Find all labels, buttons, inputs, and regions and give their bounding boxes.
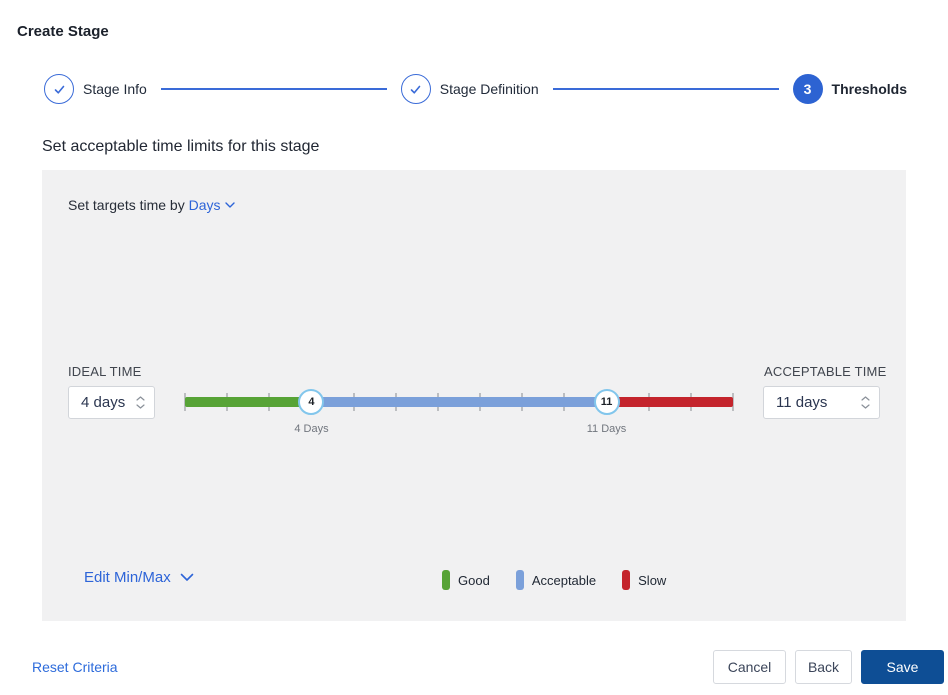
- set-targets-label: Set targets time by: [68, 197, 185, 213]
- slider-handle-min-label: 4 Days: [294, 423, 328, 435]
- step-stage-definition[interactable]: Stage Definition: [401, 74, 539, 104]
- stepper-connector: [161, 88, 387, 90]
- slider-handle-max[interactable]: 11: [594, 389, 620, 415]
- step-thresholds[interactable]: 3 Thresholds: [793, 74, 907, 104]
- footer-buttons: Cancel Back Save: [713, 650, 944, 684]
- slow-swatch: [622, 570, 630, 590]
- chevron-up-icon: [861, 396, 870, 401]
- acceptable-time-label: ACCEPTABLE TIME: [764, 364, 886, 379]
- acceptable-time-input[interactable]: 11 days: [763, 386, 880, 419]
- legend-item-slow: Slow: [622, 570, 666, 590]
- threshold-slider[interactable]: 4 11 4 Days 11 Days: [185, 381, 733, 441]
- step-complete-icon: [401, 74, 431, 104]
- targets-unit-value: Days: [189, 197, 221, 213]
- stepper-connector: [553, 88, 779, 90]
- step-label: Thresholds: [832, 81, 907, 97]
- save-button[interactable]: Save: [861, 650, 944, 684]
- chevron-down-icon: [225, 202, 235, 208]
- legend-item-acceptable: Acceptable: [516, 570, 596, 590]
- step-number-badge: 3: [793, 74, 823, 104]
- edit-minmax-link[interactable]: Edit Min/Max: [84, 569, 194, 586]
- step-complete-icon: [44, 74, 74, 104]
- legend-label: Good: [458, 573, 490, 588]
- slider-legend: Good Acceptable Slow: [442, 570, 666, 590]
- ideal-time-label: IDEAL TIME: [68, 364, 142, 379]
- thresholds-panel: Set targets time by Days IDEAL TIME 4 da…: [42, 170, 906, 621]
- targets-unit-dropdown[interactable]: Days: [189, 197, 235, 213]
- acceptable-swatch: [516, 570, 524, 590]
- ideal-time-value: 4 days: [81, 394, 125, 411]
- edit-minmax-label: Edit Min/Max: [84, 569, 171, 586]
- chevron-up-icon: [136, 396, 145, 401]
- stepper-arrows[interactable]: [136, 396, 145, 409]
- set-targets-row: Set targets time by Days: [68, 197, 235, 213]
- legend-label: Slow: [638, 573, 666, 588]
- back-button[interactable]: Back: [795, 650, 852, 684]
- wizard-stepper: Stage Info Stage Definition 3 Thresholds: [44, 74, 907, 104]
- legend-label: Acceptable: [532, 573, 596, 588]
- ideal-time-input[interactable]: 4 days: [68, 386, 155, 419]
- slider-segment-good[interactable]: [185, 397, 311, 407]
- slider-segment-acceptable[interactable]: [311, 397, 606, 407]
- cancel-button[interactable]: Cancel: [713, 650, 786, 684]
- acceptable-time-value: 11 days: [776, 394, 827, 411]
- chevron-down-icon: [861, 404, 870, 409]
- chevron-down-icon: [180, 573, 194, 582]
- section-heading: Set acceptable time limits for this stag…: [42, 138, 319, 156]
- step-label: Stage Definition: [440, 81, 539, 97]
- slider-handle-min[interactable]: 4: [298, 389, 324, 415]
- legend-item-good: Good: [442, 570, 490, 590]
- create-stage-page: Create Stage Stage Info Stage Definition…: [0, 0, 948, 695]
- slider-segment-slow[interactable]: [607, 397, 733, 407]
- step-label: Stage Info: [83, 81, 147, 97]
- good-swatch: [442, 570, 450, 590]
- stepper-arrows[interactable]: [861, 396, 870, 409]
- chevron-down-icon: [136, 404, 145, 409]
- step-stage-info[interactable]: Stage Info: [44, 74, 147, 104]
- slider-handle-max-label: 11 Days: [587, 423, 627, 435]
- reset-criteria-link[interactable]: Reset Criteria: [32, 659, 118, 675]
- page-title: Create Stage: [17, 23, 109, 40]
